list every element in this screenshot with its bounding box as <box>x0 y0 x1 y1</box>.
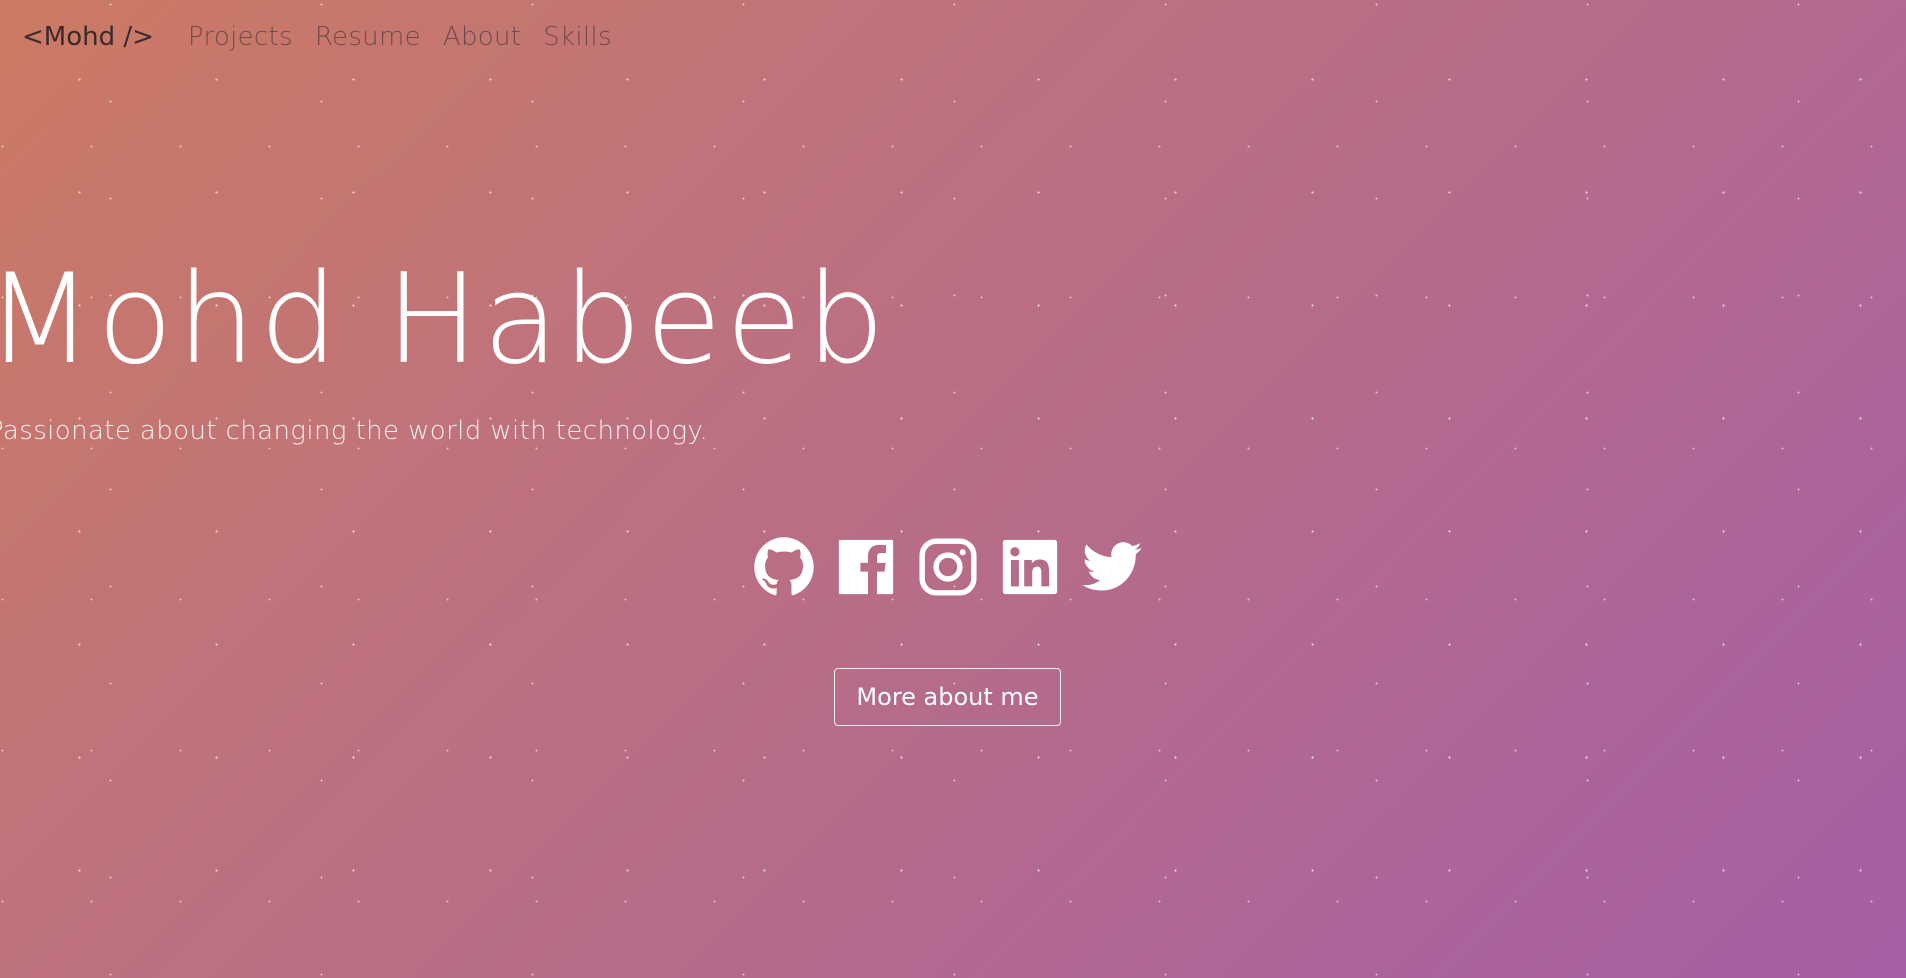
nav-link-resume[interactable]: Resume <box>315 22 421 52</box>
nav-link-projects[interactable]: Projects <box>188 22 293 52</box>
linkedin-icon[interactable] <box>999 536 1061 598</box>
twitter-icon[interactable] <box>1081 536 1143 598</box>
hero-tagline: Passionate about changing the world with… <box>0 416 709 446</box>
instagram-icon[interactable] <box>917 536 979 598</box>
navbar: <Mohd /> Projects Resume About Skills <box>22 22 612 52</box>
nav-link-skills[interactable]: Skills <box>543 22 612 52</box>
github-icon[interactable] <box>753 536 815 598</box>
hero-section: <Mohd /> Projects Resume About Skills Mo… <box>0 0 1906 978</box>
nav-link-about[interactable]: About <box>443 22 521 52</box>
particle-background <box>0 0 1906 978</box>
social-links <box>0 536 1906 598</box>
hero-name: Mohd Habeeb <box>0 248 889 392</box>
facebook-icon[interactable] <box>835 536 897 598</box>
brand-logo[interactable]: <Mohd /> <box>22 22 154 52</box>
more-about-me-button[interactable]: More about me <box>834 668 1061 726</box>
cta-wrap: More about me <box>0 668 1906 726</box>
